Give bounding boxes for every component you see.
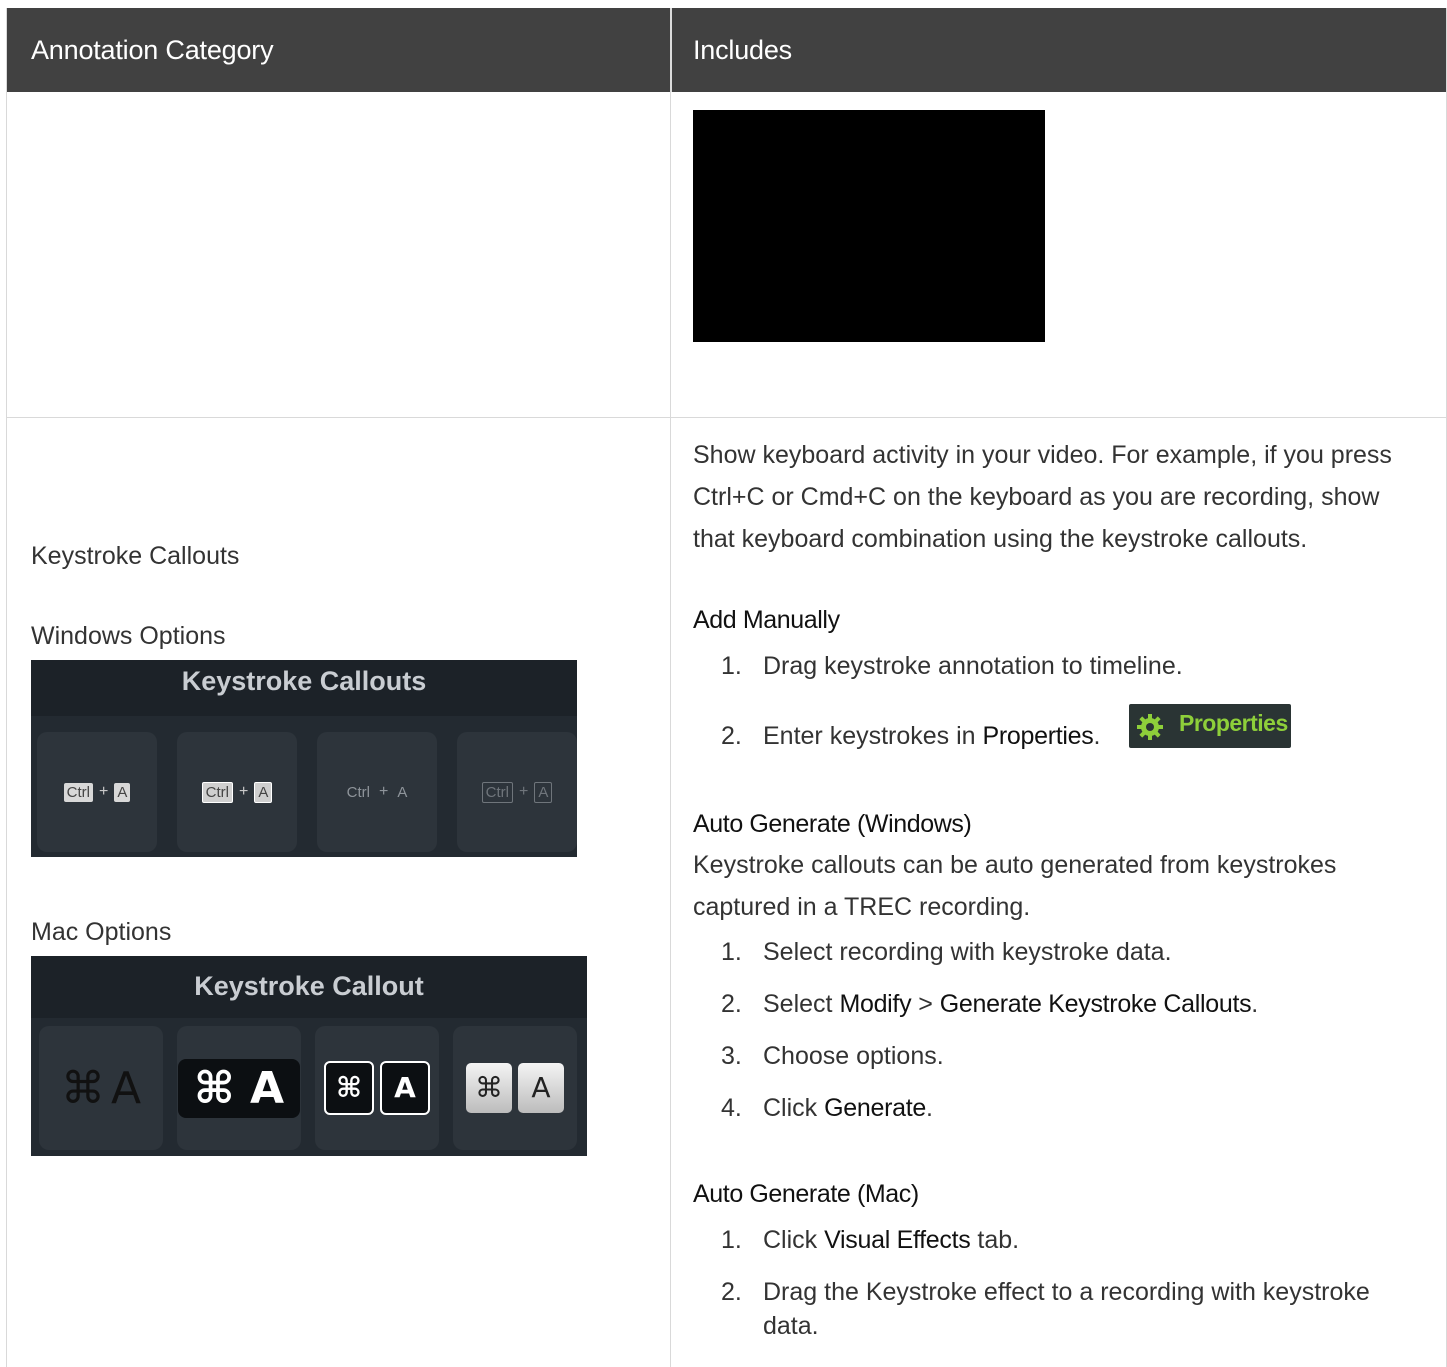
generate-keystroke-callouts-term: Generate Keystroke Callouts <box>939 990 1252 1018</box>
a-key: A <box>250 1062 285 1114</box>
list-number: 1. <box>721 652 742 680</box>
header-includes: Includes <box>693 35 792 65</box>
list-number: 2. <box>721 990 742 1018</box>
a-key: A <box>114 782 131 802</box>
row-divider <box>7 417 1446 418</box>
list-number: 1. <box>721 1226 742 1254</box>
properties-term: Properties <box>982 722 1094 750</box>
list-number: 3. <box>721 1042 742 1070</box>
annotation-table: Annotation Category Includes Keystroke C… <box>6 8 1447 1367</box>
modify-term: Modify <box>839 990 912 1018</box>
list-text: Click Visual Effects tab. <box>763 1226 1020 1254</box>
table-header: Annotation Category Includes <box>7 8 1446 92</box>
list-text: Enter keystrokes in Properties. <box>763 722 1101 750</box>
keystroke-style-tile: Ctrl + A <box>37 732 157 852</box>
header-divider <box>670 8 672 92</box>
a-key: A <box>380 1061 430 1115</box>
gear-icon <box>1137 714 1163 740</box>
a-key: A <box>110 1062 142 1114</box>
windows-keystroke-callouts-image: Keystroke Callouts Ctrl + A Ctrl + A Ctr… <box>31 660 577 857</box>
keystroke-style-tile: ⌘ A <box>177 1026 301 1150</box>
plus-sign: + <box>98 783 109 800</box>
auto-generate-windows-heading: Auto Generate (Windows) <box>693 810 972 838</box>
command-key-icon: ⌘ <box>324 1061 374 1115</box>
video-embed[interactable] <box>693 110 1045 342</box>
keystroke-style-tile: Ctrl + A <box>177 732 297 852</box>
plus-sign: + <box>518 783 529 800</box>
auto-generate-mac-heading: Auto Generate (Mac) <box>693 1180 919 1208</box>
list-text: Drag keystroke annotation to timeline. <box>763 652 1183 680</box>
ctrl-key: Ctrl <box>63 782 93 802</box>
properties-button[interactable]: Properties <box>1129 704 1291 748</box>
list-text: Select recording with keystroke data. <box>763 938 1172 966</box>
keystroke-style-tile: ⌘ A <box>39 1026 163 1150</box>
list-number: 2. <box>721 722 742 750</box>
properties-button-label: Properties <box>1179 710 1288 736</box>
keystroke-style-tile: Ctrl + A <box>457 732 577 852</box>
list-number: 2. <box>721 1278 742 1306</box>
windows-panel-title: Keystroke Callouts <box>181 666 427 696</box>
list-text: data. <box>763 1312 819 1340</box>
add-manually-heading: Add Manually <box>693 606 840 634</box>
list-number: 1. <box>721 938 742 966</box>
mac-options-label: Mac Options <box>31 918 172 946</box>
list-text: Select Modify > Generate Keystroke Callo… <box>763 990 1259 1018</box>
category-keystroke-callouts: Keystroke Callouts <box>31 542 240 570</box>
ctrl-key: Ctrl <box>201 781 233 803</box>
keystroke-style-tile: ⌘ A <box>453 1026 577 1150</box>
intro-paragraph: Show keyboard activity in your video. Fo… <box>693 441 1392 553</box>
auto-generate-windows-description: Keystroke callouts can be auto generated… <box>693 851 1337 921</box>
keystroke-style-tile: ⌘ A <box>315 1026 439 1150</box>
a-key: A <box>254 781 273 803</box>
a-key: A <box>518 1063 564 1113</box>
command-key-icon: ⌘ <box>60 1062 105 1114</box>
list-number: 4. <box>721 1094 742 1122</box>
command-key-icon: ⌘ <box>193 1062 235 1114</box>
keystroke-style-tile: Ctrl + A <box>317 732 437 852</box>
list-text: Choose options. <box>763 1042 944 1070</box>
a-key: A <box>397 783 408 801</box>
header-annotation-category: Annotation Category <box>31 35 274 65</box>
a-key: A <box>534 781 553 803</box>
ctrl-key: Ctrl <box>346 783 370 801</box>
ctrl-key: Ctrl <box>481 781 513 803</box>
plus-sign: + <box>238 783 249 800</box>
mac-panel-title: Keystroke Callout <box>194 971 424 1001</box>
windows-options-label: Windows Options <box>31 622 226 650</box>
command-key-icon: ⌘ <box>466 1063 512 1113</box>
generate-term: Generate <box>824 1094 926 1122</box>
list-text: Drag the Keystroke effect to a recording… <box>763 1278 1370 1306</box>
visual-effects-term: Visual Effects <box>824 1226 971 1254</box>
mac-keystroke-callout-image: Keystroke Callout ⌘ A ⌘ A ⌘ A ⌘ A <box>31 956 587 1156</box>
column-divider <box>670 92 671 1367</box>
plus-sign: + <box>378 783 389 800</box>
list-text: Click Generate. <box>763 1094 933 1122</box>
